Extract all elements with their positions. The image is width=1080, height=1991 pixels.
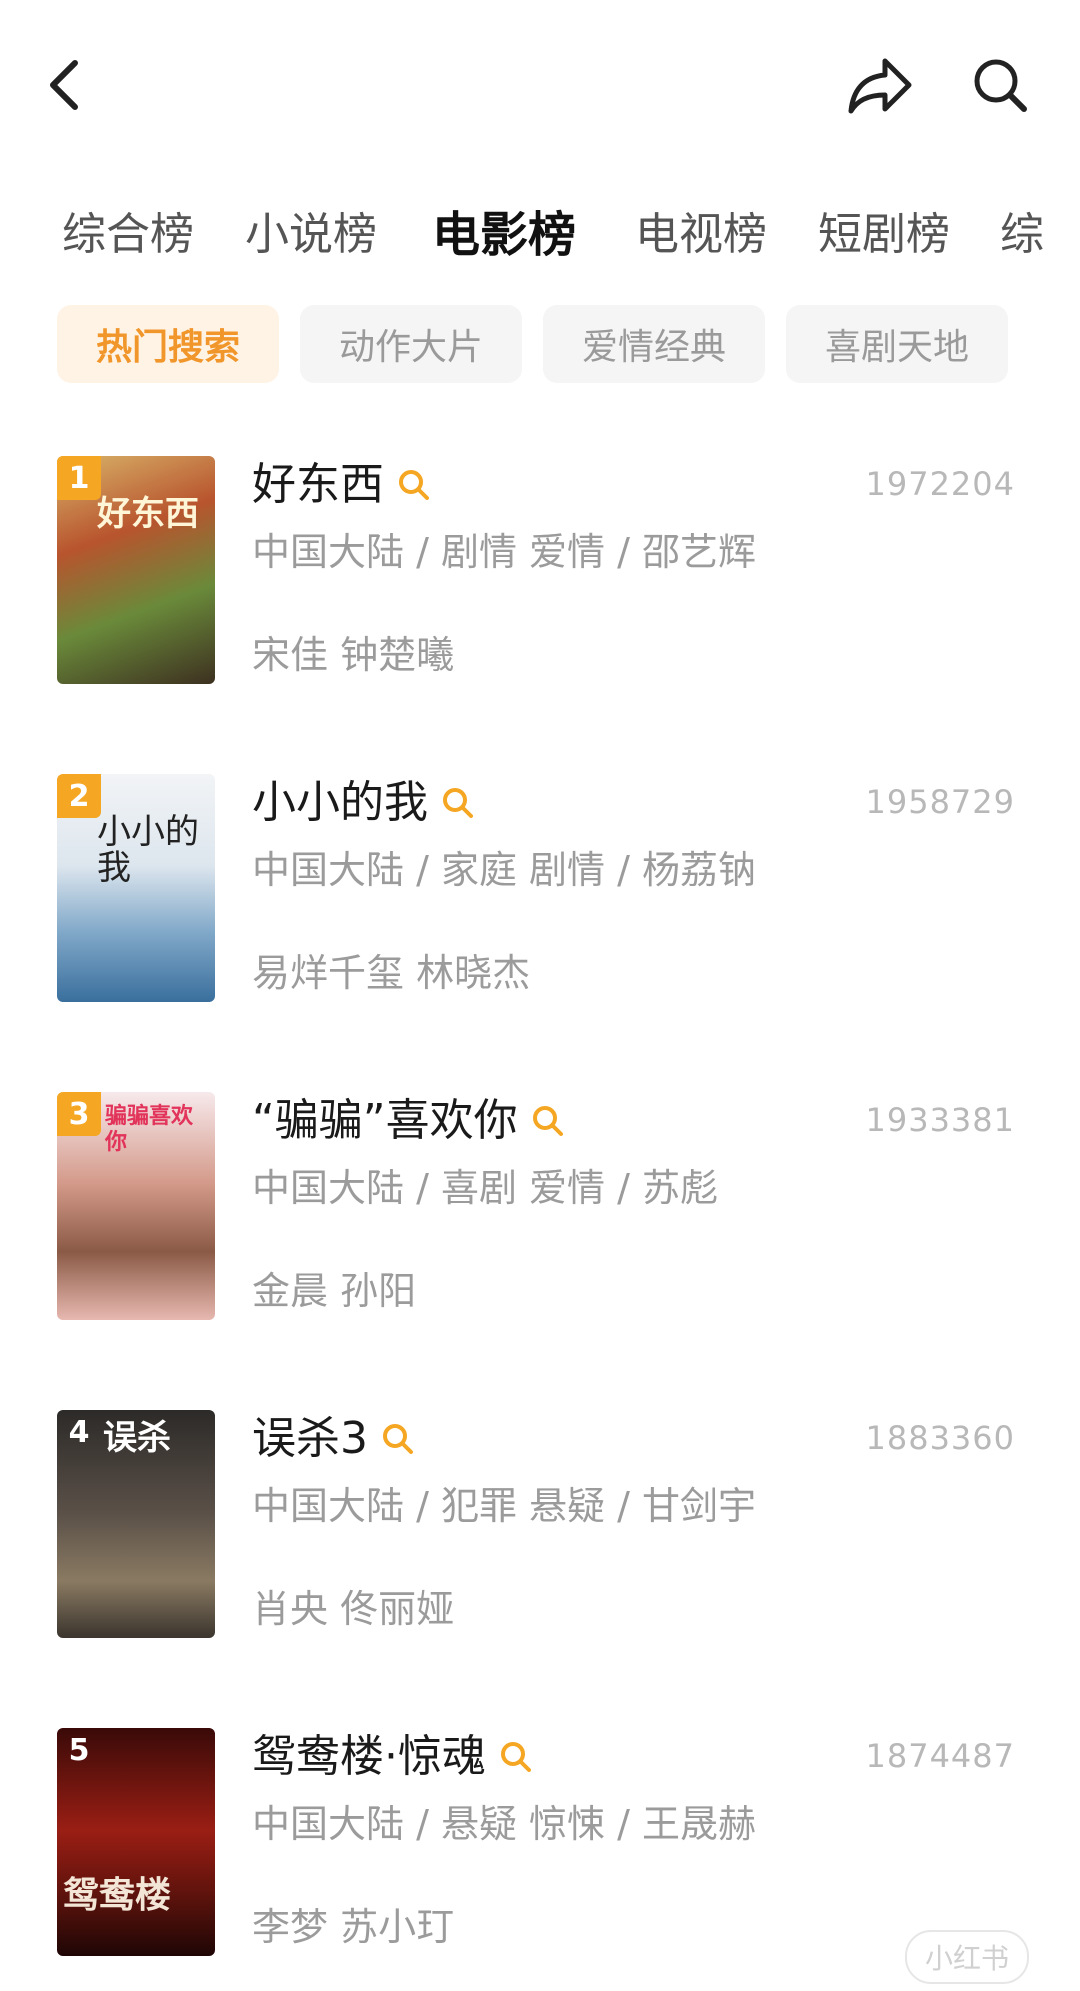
share-button[interactable] [830,45,930,125]
search-icon[interactable] [440,785,476,821]
tab-short-drama[interactable]: 短剧榜 [818,195,950,275]
tab-composite[interactable]: 综合榜 [62,195,194,275]
tab-movie[interactable]: 电影榜 [432,195,576,275]
tab-novel[interactable]: 小说榜 [245,195,377,275]
list-item[interactable]: 骗骗喜欢你 3 “骗骗”喜欢你 中国大陆 / 喜剧 爱情 / 苏彪 金晨 孙阳 … [0,1086,1080,1326]
movie-meta: 中国大陆 / 悬疑 惊悚 / 王晟赫 [252,1802,757,1846]
poster-title: 好东西 [97,494,199,534]
movie-title[interactable]: “骗骗”喜欢你 [252,1091,566,1151]
list-item[interactable]: 误杀 4 误杀3 中国大陆 / 犯罪 悬疑 / 甘剑宇 肖央 佟丽娅 18833… [0,1404,1080,1644]
movie-title-text: “骗骗”喜欢你 [252,1095,518,1146]
search-icon[interactable] [530,1103,566,1139]
movie-meta: 中国大陆 / 剧情 爱情 / 邵艺辉 [252,530,757,574]
hot-score: 1958729 [865,783,1015,821]
poster-title: 鸳鸯楼 [63,1875,172,1916]
tab-tv[interactable]: 电视榜 [635,195,767,275]
chip-action[interactable]: 动作大片 [300,305,522,383]
movie-cast: 金晨 孙阳 [252,1269,417,1313]
ranking-tabs: 综合榜 小说榜 电影榜 电视榜 短剧榜 综 [0,195,1080,275]
chevron-left-icon [50,60,78,110]
list-item[interactable]: 鸳鸯楼 5 鸳鸯楼·惊魂 中国大陆 / 悬疑 惊悚 / 王晟赫 李梦 苏小玎 1… [0,1722,1080,1962]
category-chips: 热门搜索 动作大片 爱情经典 喜剧天地 [0,305,1080,385]
chip-romance[interactable]: 爱情经典 [543,305,765,383]
movie-poster[interactable]: 鸳鸯楼 5 [57,1728,215,1956]
hot-score: 1933381 [865,1101,1015,1139]
search-icon[interactable] [396,467,432,503]
rank-badge: 5 [68,1732,90,1768]
tab-variety[interactable]: 综 [1000,195,1044,275]
chip-comedy[interactable]: 喜剧天地 [786,305,1008,383]
movie-title[interactable]: 小小的我 [252,773,476,833]
poster-title: 误杀 [103,1418,171,1458]
movie-cast: 肖央 佟丽娅 [252,1587,455,1631]
movie-title-text: 好东西 [252,459,384,510]
movie-title-text: 误杀3 [252,1413,368,1464]
hot-score: 1972204 [865,465,1015,503]
search-button[interactable] [955,45,1045,125]
movie-meta: 中国大陆 / 家庭 剧情 / 杨荔钠 [252,848,757,892]
share-icon [848,58,912,114]
movie-poster[interactable]: 骗骗喜欢你 3 [57,1092,215,1320]
movie-cast: 易烊千玺 林晓杰 [252,951,531,995]
movie-title[interactable]: 好东西 [252,455,432,515]
movie-poster[interactable]: 好东西 1 [57,456,215,684]
list-item[interactable]: 好东西 1 好东西 中国大陆 / 剧情 爱情 / 邵艺辉 宋佳 钟楚曦 1972… [0,450,1080,690]
movie-cast: 宋佳 钟楚曦 [252,633,455,677]
back-button[interactable] [30,45,100,125]
movie-meta: 中国大陆 / 犯罪 悬疑 / 甘剑宇 [252,1484,757,1528]
movie-cast: 李梦 苏小玎 [252,1905,455,1949]
movie-title-text: 鸳鸯楼·惊魂 [252,1731,486,1782]
search-icon[interactable] [498,1739,534,1775]
chip-hot-search[interactable]: 热门搜索 [57,305,279,383]
top-bar [0,0,1080,170]
rank-badge: 1 [57,456,101,500]
search-icon [974,59,1027,112]
rank-badge: 2 [57,774,101,818]
hot-score: 1874487 [865,1737,1015,1775]
watermark-logo: 小红书 [905,1930,1029,1984]
movie-title[interactable]: 鸳鸯楼·惊魂 [252,1727,534,1787]
search-icon[interactable] [380,1421,416,1457]
hot-score: 1883360 [865,1419,1015,1457]
list-item[interactable]: 小小的我 2 小小的我 中国大陆 / 家庭 剧情 / 杨荔钠 易烊千玺 林晓杰 … [0,768,1080,1008]
movie-title-text: 小小的我 [252,777,428,828]
movie-poster[interactable]: 误杀 4 [57,1410,215,1638]
poster-title: 小小的我 [97,812,199,888]
movie-meta: 中国大陆 / 喜剧 爱情 / 苏彪 [252,1166,719,1210]
rank-badge: 3 [57,1092,101,1136]
rank-badge: 4 [68,1414,90,1450]
movie-title[interactable]: 误杀3 [252,1409,416,1469]
poster-title: 骗骗喜欢你 [105,1104,194,1155]
movie-poster[interactable]: 小小的我 2 [57,774,215,1002]
